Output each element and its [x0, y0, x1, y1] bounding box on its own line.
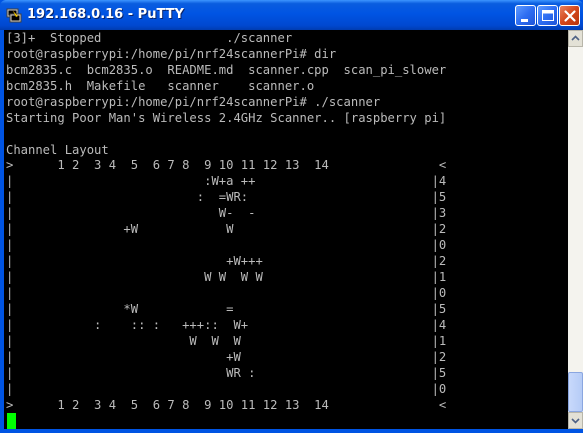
- close-icon: [564, 10, 576, 22]
- terminal-line: Channel Layout: [6, 143, 109, 157]
- terminal-cursor: [7, 413, 16, 429]
- terminal-line: | +W |2: [6, 350, 447, 364]
- close-button[interactable]: [559, 5, 580, 26]
- terminal-line: | W- - |3: [6, 206, 447, 220]
- terminal-line: [3]+ Stopped ./scanner: [6, 31, 293, 45]
- terminal-area[interactable]: [3]+ Stopped ./scanner root@raspberrypi:…: [4, 30, 568, 429]
- terminal-line: Starting Poor Man's Wireless 2.4GHz Scan…: [6, 111, 447, 125]
- vertical-scrollbar[interactable]: [568, 30, 583, 429]
- terminal-line: | *W = |5: [6, 302, 447, 316]
- putty-icon[interactable]: [6, 7, 22, 23]
- terminal-line: | WR : |5: [6, 366, 447, 380]
- chevron-up-icon: [571, 35, 580, 41]
- terminal-line: > 1 2 3 4 5 6 7 8 9 10 11 12 13 14 <: [6, 158, 447, 172]
- terminal-line: | : :: : +++:: W+ |4: [6, 318, 447, 332]
- scroll-down-button[interactable]: [568, 412, 583, 429]
- terminal-line: root@raspberrypi:/home/pi/nrf24scannerPi…: [6, 47, 337, 61]
- terminal-line: | W W W W |1: [6, 270, 447, 284]
- terminal-line: | :W+a ++ |4: [6, 174, 447, 188]
- chevron-down-icon: [571, 418, 580, 424]
- minimize-button[interactable]: [515, 5, 536, 26]
- terminal-line: | |0: [6, 286, 447, 300]
- terminal-line: bcm2835.c bcm2835.o README.md scanner.cp…: [6, 63, 447, 77]
- terminal-line: | |0: [6, 382, 447, 396]
- putty-window: 192.168.0.16 - PuTTY [3]+ Stopped ./scan…: [0, 0, 583, 433]
- maximize-button[interactable]: [537, 5, 558, 26]
- title-bar[interactable]: 192.168.0.16 - PuTTY: [0, 0, 583, 30]
- scrollbar-thumb[interactable]: [568, 372, 583, 412]
- minimize-icon: [521, 19, 528, 22]
- window-frame-bottom: [0, 429, 583, 433]
- scroll-up-button[interactable]: [568, 30, 583, 47]
- terminal-output[interactable]: [3]+ Stopped ./scanner root@raspberrypi:…: [6, 30, 568, 429]
- terminal-line: | W W W |1: [6, 334, 447, 348]
- terminal-line: | +W+++ |2: [6, 254, 447, 268]
- terminal-line: | |0: [6, 238, 447, 252]
- terminal-line: | +W W |2: [6, 222, 447, 236]
- window-title: 192.168.0.16 - PuTTY: [27, 7, 184, 22]
- terminal-line: > 1 2 3 4 5 6 7 8 9 10 11 12 13 14 <: [6, 398, 447, 412]
- maximize-icon: [542, 10, 554, 21]
- terminal-line: root@raspberrypi:/home/pi/nrf24scannerPi…: [6, 95, 381, 109]
- terminal-line: | : =WR: |5: [6, 190, 447, 204]
- terminal-line: bcm2835.h Makefile scanner scanner.o: [6, 79, 315, 93]
